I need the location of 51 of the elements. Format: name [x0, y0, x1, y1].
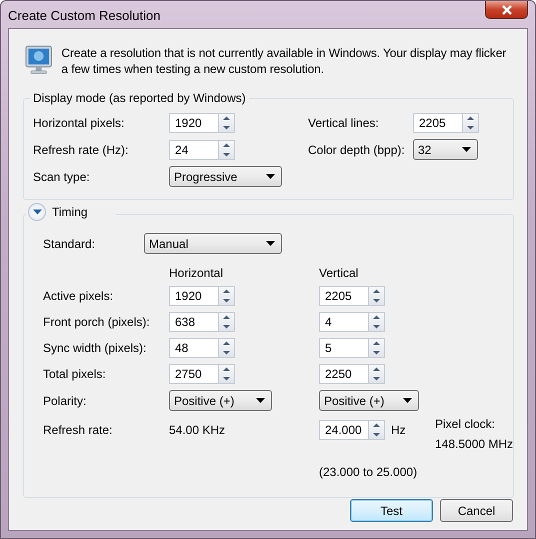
monitor-icon [25, 45, 52, 75]
caret-icon [403, 398, 412, 403]
window-title: Create Custom Resolution [8, 8, 160, 23]
spin-box[interactable]: 48 [169, 338, 235, 358]
field-label: Front porch (pixels): [43, 315, 151, 329]
group-title: Display mode (as reported by Windows) [30, 91, 249, 105]
dropdown[interactable]: Manual [144, 233, 282, 254]
field-label: Scan type: [33, 170, 91, 184]
chevron-icon[interactable] [28, 203, 46, 221]
cancel-button[interactable]: Cancel [440, 499, 513, 522]
field-label: Active pixels: [43, 289, 114, 303]
caret-icon [266, 241, 275, 246]
test-button[interactable]: Test [350, 499, 433, 522]
column-header: Horizontal [169, 266, 224, 280]
dropdown[interactable]: Positive (+) [169, 390, 272, 411]
close-button[interactable] [485, 1, 528, 19]
field-label: Vertical lines: [308, 116, 380, 130]
field-label: Refresh rate (Hz): [33, 142, 130, 156]
field-label: Refresh rate: [43, 422, 114, 436]
spin-box[interactable]: 2750 [169, 364, 235, 384]
spin-box[interactable]: 2205 [319, 286, 385, 306]
field-label: Color depth (bpp): [308, 142, 406, 156]
spin-box[interactable]: 4 [319, 312, 385, 332]
field-label: Sync width (pixels): [43, 341, 148, 355]
dropdown[interactable]: 32 [413, 139, 478, 160]
field-label: Polarity: [43, 394, 88, 408]
range-text: (23.000 to 25.000) [319, 465, 418, 479]
spin-box[interactable]: 24.000 [319, 420, 385, 440]
field-label: Total pixels: [43, 367, 107, 381]
caret-icon [462, 147, 471, 152]
spin-box[interactable]: 1920 [169, 113, 235, 133]
dropdown[interactable]: Positive (+) [319, 390, 419, 411]
field-label: Horizontal pixels: [33, 116, 126, 130]
intro-text: Create a resolution that is not currently available in Windows. Your display may flicker a few times when testing a new custom resolution. [61, 45, 508, 77]
spin-box[interactable]: 1920 [169, 286, 235, 306]
value-text: 54.00 KHz [169, 422, 226, 436]
spin-box[interactable]: 2250 [319, 364, 385, 384]
spin-box[interactable]: 24 [169, 140, 235, 160]
unit-text: Hz [391, 422, 406, 436]
field-label: Standard: [43, 236, 96, 250]
spin-box[interactable]: 638 [169, 312, 235, 332]
field-label: Pixel clock: [435, 417, 496, 431]
caret-icon [266, 174, 275, 179]
caret-icon [256, 398, 265, 403]
dropdown[interactable]: Progressive [169, 166, 282, 187]
value-text: 148.5000 MHz [435, 437, 514, 451]
spin-box[interactable]: 2205 [413, 113, 479, 133]
column-header: Vertical [319, 266, 360, 280]
spin-box[interactable]: 5 [319, 338, 385, 358]
group-title: Timing [52, 205, 88, 219]
close-icon [500, 4, 512, 14]
